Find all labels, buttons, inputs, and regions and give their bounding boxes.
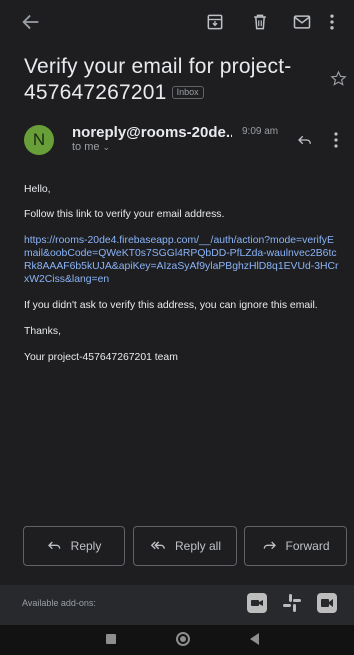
- reply-all-button[interactable]: Reply all: [133, 526, 237, 566]
- mark-unread-icon[interactable]: [292, 12, 312, 32]
- recipient-text: to me: [72, 141, 100, 153]
- slack-icon[interactable]: [281, 592, 303, 614]
- signature-text: Your project-457647267201 team: [24, 352, 178, 363]
- reply-all-icon: [150, 541, 165, 550]
- top-app-bar: [0, 0, 354, 44]
- reply-icon[interactable]: [296, 131, 314, 149]
- email-subject: Verify your email for project-4576472672…: [24, 54, 324, 106]
- reply-button[interactable]: Reply: [23, 526, 125, 566]
- archive-icon[interactable]: [205, 12, 225, 32]
- thanks-text: Thanks,: [24, 326, 61, 337]
- email-body: Hello, Follow this link to verify your e…: [24, 183, 342, 377]
- star-icon[interactable]: [330, 70, 347, 87]
- reply-button-icon: [47, 541, 60, 550]
- meet-icon[interactable]: [316, 592, 338, 614]
- sender-name[interactable]: noreply@rooms-20de...: [72, 124, 232, 141]
- zoom-icon[interactable]: [246, 592, 268, 614]
- recipient-details[interactable]: to me ⌄: [72, 141, 110, 153]
- more-options-icon[interactable]: [328, 12, 336, 32]
- sender-avatar[interactable]: N: [24, 125, 54, 155]
- ignore-note: If you didn't ask to verify this address…: [24, 300, 318, 311]
- forward-button[interactable]: Forward: [244, 526, 347, 566]
- system-back-icon[interactable]: [250, 633, 259, 645]
- chevron-down-icon: ⌄: [102, 142, 111, 152]
- reply-all-label: Reply all: [174, 539, 222, 553]
- subject-text: Verify your email for project-4576472672…: [24, 55, 292, 104]
- message-more-icon[interactable]: [333, 131, 339, 149]
- greeting: Hello,: [24, 184, 51, 195]
- back-arrow-icon[interactable]: [20, 11, 42, 33]
- instruction-text: Follow this link to verify your email ad…: [24, 209, 225, 220]
- recents-icon[interactable]: [106, 634, 116, 644]
- home-icon[interactable]: [176, 632, 190, 646]
- forward-icon: [264, 541, 277, 550]
- addons-label: Available add-ons:: [22, 598, 96, 608]
- message-time: 9:09 am: [242, 126, 279, 137]
- inbox-label[interactable]: Inbox: [171, 86, 204, 99]
- reply-actions: Reply Reply all Forward: [23, 526, 347, 568]
- reply-label: Reply: [70, 539, 102, 553]
- forward-label: Forward: [285, 539, 330, 553]
- delete-icon[interactable]: [250, 12, 270, 32]
- verify-link[interactable]: https://rooms-20de4.firebaseapp.com/__/a…: [24, 234, 342, 286]
